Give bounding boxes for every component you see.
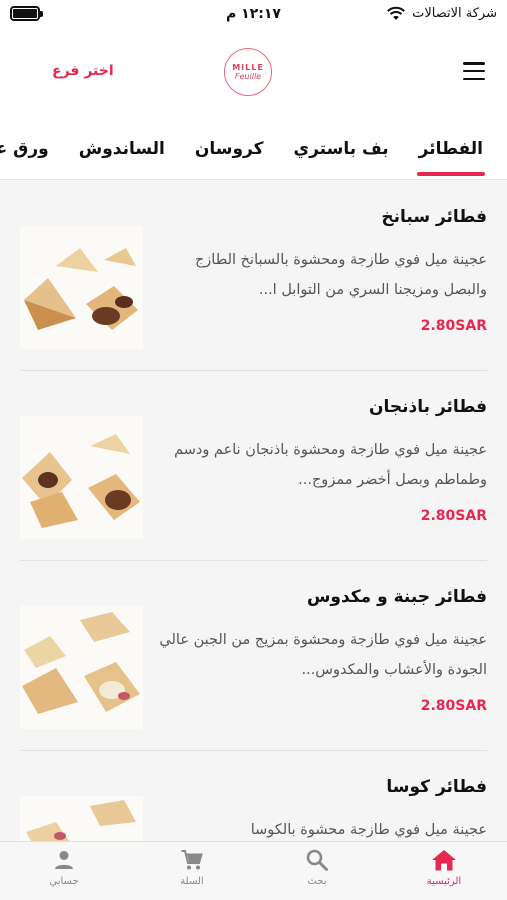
brand-logo[interactable]: MILLE Feuille <box>224 48 272 96</box>
carrier-name: شركة الاتصالات <box>412 6 497 21</box>
select-branch-link[interactable]: اختر فرع <box>52 63 114 79</box>
product-image <box>20 416 143 539</box>
logo-text-bottom: Feuille <box>234 71 262 81</box>
app-header: اختر فرع MILLE Feuille <box>0 30 507 118</box>
tab-grape-leaves[interactable]: ورق عنب <box>0 139 49 175</box>
cart-icon <box>181 850 203 870</box>
tab-puff-pastry[interactable]: بف باستري <box>294 139 389 175</box>
nav-account-label: حسابي <box>49 876 79 887</box>
product-item[interactable]: فطائر سبانخ عجينة ميل فوي طازجة ومحشوة ب… <box>20 181 487 371</box>
category-tabs: الفطائر بف باستري كروسان الساندوش ورق عن… <box>0 118 507 180</box>
product-image <box>20 226 143 349</box>
tab-sandwich[interactable]: الساندوش <box>79 139 165 175</box>
nav-search-label: بحث <box>307 876 327 887</box>
search-icon <box>306 849 328 871</box>
product-title: فطائر باذنجان <box>369 397 487 417</box>
product-title: فطائر سبانخ <box>381 207 487 227</box>
product-image <box>20 796 143 841</box>
product-item[interactable]: فطائر باذنجان عجينة ميل فوي طازجة ومحشوة… <box>20 371 487 561</box>
product-price: 2.80SAR <box>420 318 487 334</box>
product-description: عجينة ميل فوي طازجة ومحشوة بمزيج من الجب… <box>159 632 487 678</box>
product-price: 2.80SAR <box>420 698 487 714</box>
product-list: فطائر سبانخ عجينة ميل فوي طازجة ومحشوة ب… <box>0 181 507 841</box>
tab-pies[interactable]: الفطائر <box>416 139 486 176</box>
status-right: شركة الاتصالات <box>386 6 497 21</box>
status-bar: ١٢:١٧ م شركة الاتصالات <box>0 0 507 30</box>
nav-home-label: الرئيسية <box>426 876 462 887</box>
product-title: فطائر كوسا <box>386 777 487 797</box>
home-icon <box>432 850 456 871</box>
product-item[interactable]: فطائر جبنة و مكدوس عجينة ميل فوي طازجة و… <box>20 561 487 751</box>
product-description: عجينة ميل فوي طازجة محشوة بالكوسا <box>250 822 487 838</box>
nav-search[interactable]: بحث <box>272 848 362 887</box>
hamburger-menu-icon[interactable] <box>463 62 485 80</box>
nav-cart-label: السلة <box>180 876 204 887</box>
nav-account[interactable]: حسابي <box>19 848 109 887</box>
product-item[interactable]: فطائر كوسا عجينة ميل فوي طازجة محشوة بال… <box>20 751 487 841</box>
nav-home[interactable]: الرئيسية <box>399 848 489 887</box>
bottom-navigation: حسابي السلة بحث الرئيسية <box>0 841 507 900</box>
tab-croissant[interactable]: كروسان <box>195 139 264 175</box>
wifi-icon <box>387 6 406 20</box>
product-description: عجينة ميل فوي طازجة ومحشوة باذنجان ناعم … <box>174 442 487 488</box>
product-description: عجينة ميل فوي طازجة ومحشوة بالسبانخ الطا… <box>194 252 487 298</box>
product-title: فطائر جبنة و مكدوس <box>306 587 487 607</box>
person-icon <box>55 851 73 869</box>
product-price: 2.80SAR <box>420 508 487 524</box>
nav-cart[interactable]: السلة <box>147 848 237 887</box>
logo-text-top: MILLE <box>232 62 264 72</box>
product-image <box>20 606 143 729</box>
